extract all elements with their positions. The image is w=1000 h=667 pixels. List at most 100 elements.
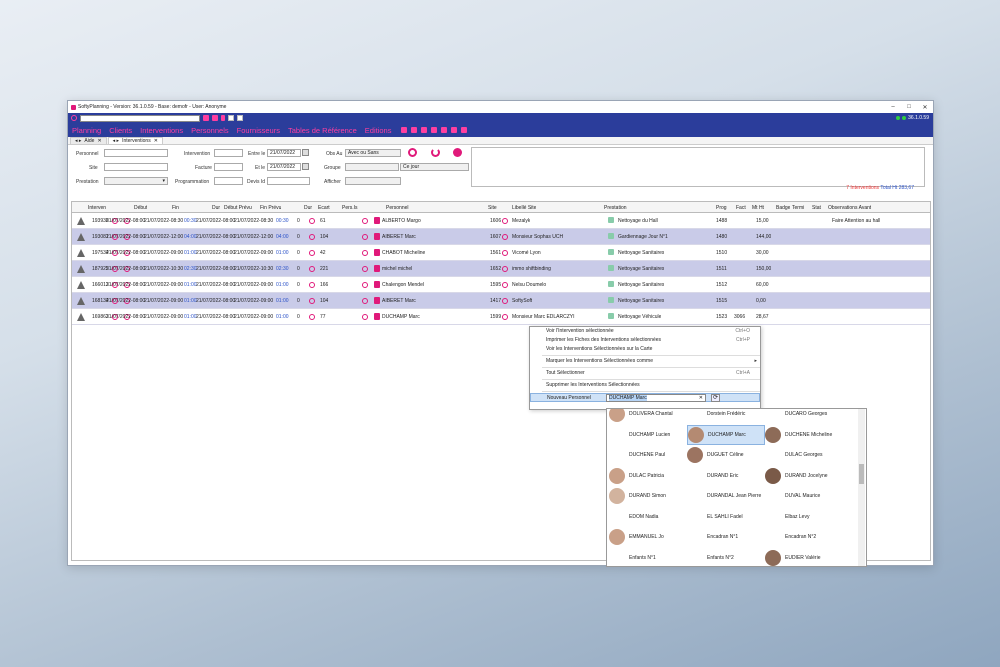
option-box-2[interactable] — [237, 115, 243, 121]
mail-icon[interactable] — [212, 115, 218, 121]
personnel-option[interactable]: Encadran N°1 — [687, 527, 765, 547]
table-row[interactable]: 197534 21/07/2022-08:00 21/07/2022-09:00 01… — [72, 245, 930, 261]
search-combo[interactable] — [80, 114, 200, 122]
personnel-option[interactable]: Encadran N°2 — [765, 527, 843, 547]
table-row[interactable]: 166013 21/07/2022-08:00 21/07/2022-09:00 01… — [72, 277, 930, 293]
groupe-select[interactable] — [345, 163, 399, 171]
search-icon[interactable] — [408, 148, 417, 157]
menu-nouveau-personnel[interactable]: Nouveau Personnel DUCHAMP Marc ✕ ⟳ — [530, 393, 760, 402]
table-row[interactable]: 187925 21/07/2022-08:00 21/07/2022-10:30 02… — [72, 261, 930, 277]
home-icon[interactable] — [502, 218, 508, 224]
programmation-input[interactable] — [214, 177, 243, 185]
personnel-option[interactable]: EMMANUEL Jo — [609, 527, 687, 547]
column-header[interactable]: Termi — [792, 205, 804, 211]
personnel-option[interactable]: DUVAL Maurice — [765, 486, 843, 506]
home-icon[interactable] — [502, 298, 508, 304]
column-header[interactable]: Observations Avant — [828, 205, 871, 211]
column-header[interactable]: Ecart — [318, 205, 330, 211]
close-icon[interactable]: ✕ — [917, 104, 933, 111]
menu-editions[interactable]: Editions — [365, 126, 392, 135]
user-icon[interactable] — [362, 282, 368, 288]
column-header[interactable]: Stat — [812, 205, 821, 211]
menu-view-map[interactable]: Voir les Interventions Sélectionnées sur… — [530, 345, 760, 354]
personnel-option[interactable]: DUCHAMP Lucien — [609, 425, 687, 445]
clock-icon[interactable] — [309, 218, 315, 224]
menu-interventions[interactable]: Interventions — [140, 126, 183, 135]
person-icon[interactable] — [221, 115, 225, 121]
clock-icon[interactable] — [309, 250, 315, 256]
personnel-option[interactable]: DULAC Patricia — [609, 466, 687, 486]
clear-icon[interactable]: ✕ — [699, 395, 703, 401]
prestation-select[interactable]: ▾ — [104, 177, 168, 185]
menu-delete[interactable]: Supprimer les Interventions Sélectionnée… — [530, 381, 760, 390]
maximize-icon[interactable]: □ — [901, 104, 917, 111]
personnel-option[interactable]: DURAND Eric — [687, 466, 765, 486]
intervention-input[interactable] — [214, 149, 243, 157]
personnel-option[interactable]: DURAND Simon — [609, 486, 687, 506]
column-header[interactable]: Début Prévu — [224, 205, 252, 211]
globe-icon[interactable] — [453, 148, 462, 157]
minimize-icon[interactable]: – — [885, 104, 901, 111]
user-icon[interactable] — [362, 298, 368, 304]
refresh-icon[interactable]: ⟳ — [711, 394, 720, 402]
option-box-1[interactable] — [228, 115, 234, 121]
facture-input[interactable] — [214, 163, 243, 171]
table-row[interactable]: 168134 21/07/2022-08:00 21/07/2022-09:00 01… — [72, 293, 930, 309]
column-header[interactable]: Site — [488, 205, 497, 211]
refresh-icon[interactable] — [71, 115, 77, 121]
clock-icon[interactable] — [309, 314, 315, 320]
column-header[interactable]: Dur — [304, 205, 312, 211]
column-header[interactable]: Fin Prévu — [260, 205, 281, 211]
scrollbar-thumb[interactable] — [859, 464, 864, 484]
nav-arrows-icon[interactable]: ◂ ▸ — [75, 138, 81, 144]
personnel-option[interactable]: DUGUET Céline — [687, 445, 765, 465]
period-select[interactable]: Ce jour — [400, 163, 469, 171]
column-header[interactable]: Libellé Site — [512, 205, 536, 211]
calendar-icon[interactable] — [302, 149, 309, 156]
dropdown-scrollbar[interactable] — [858, 409, 865, 566]
tab-aide[interactable]: ◂ ▸ Aide ✕ — [70, 137, 107, 144]
personnel-option[interactable]: Dorstein Frédéric — [687, 409, 765, 424]
home-icon[interactable] — [502, 266, 508, 272]
table-row[interactable]: 193938 21/07/2022-08:00 21/07/2022-08:30 00… — [72, 213, 930, 229]
column-header[interactable]: Pers.Is — [342, 205, 358, 211]
date-start-input[interactable]: 21/07/2022 — [267, 149, 301, 157]
devis-id-input[interactable] — [267, 177, 310, 185]
column-header[interactable]: Personnel — [386, 205, 409, 211]
column-header[interactable]: Prestation — [604, 205, 627, 211]
tab-interventions[interactable]: ◂ ▸ Interventions ✕ — [107, 137, 163, 144]
obs-select[interactable]: Avec ou Sans — [345, 149, 401, 157]
clock-icon[interactable] — [309, 282, 315, 288]
user-icon[interactable] — [362, 234, 368, 240]
users-icon[interactable] — [451, 127, 458, 133]
clock-icon[interactable] — [309, 234, 315, 240]
personnel-option[interactable]: EDOM Nadia — [609, 507, 687, 527]
user-icon[interactable] — [362, 314, 368, 320]
column-header[interactable]: Dur — [212, 205, 220, 211]
personnel-option[interactable]: EL SAHLI Fadel — [687, 507, 765, 527]
close-tab-icon[interactable]: ✕ — [97, 138, 101, 144]
personnel-option[interactable]: DUCHENE Paul — [609, 445, 687, 465]
menu-fournisseurs[interactable]: Fournisseurs — [237, 126, 280, 135]
print-icon[interactable] — [431, 127, 438, 133]
column-header[interactable]: Fact — [736, 205, 746, 211]
personnel-option[interactable]: DUCARO Georges — [765, 409, 843, 424]
personnel-option[interactable]: DUCHAMP Marc — [687, 424, 765, 445]
menu-tables-reference[interactable]: Tables de Référence — [288, 126, 357, 135]
date-end-input[interactable]: 21/07/2022 — [267, 163, 301, 171]
personnel-input[interactable] — [104, 149, 168, 157]
personnel-option[interactable]: Elbaz Levy — [765, 507, 843, 527]
personnel-option[interactable]: DURAND Jocelyne — [765, 466, 843, 486]
clock-icon[interactable] — [309, 266, 315, 272]
close-tab-icon[interactable]: ✕ — [154, 138, 158, 144]
clock-icon[interactable] — [309, 298, 315, 304]
menu-print-fiches[interactable]: Imprimer les Fiches des Interventions sé… — [530, 336, 760, 345]
home-icon[interactable] — [502, 314, 508, 320]
afficher-select[interactable] — [345, 177, 401, 185]
column-header[interactable]: Prog — [716, 205, 727, 211]
personnel-option[interactable]: Enfants N°1 — [609, 548, 687, 567]
home-icon[interactable] — [502, 250, 508, 256]
column-header[interactable]: Badge — [776, 205, 790, 211]
column-header[interactable]: Début — [134, 205, 147, 211]
personnel-option[interactable]: DUCHENE Micheline — [765, 425, 843, 445]
